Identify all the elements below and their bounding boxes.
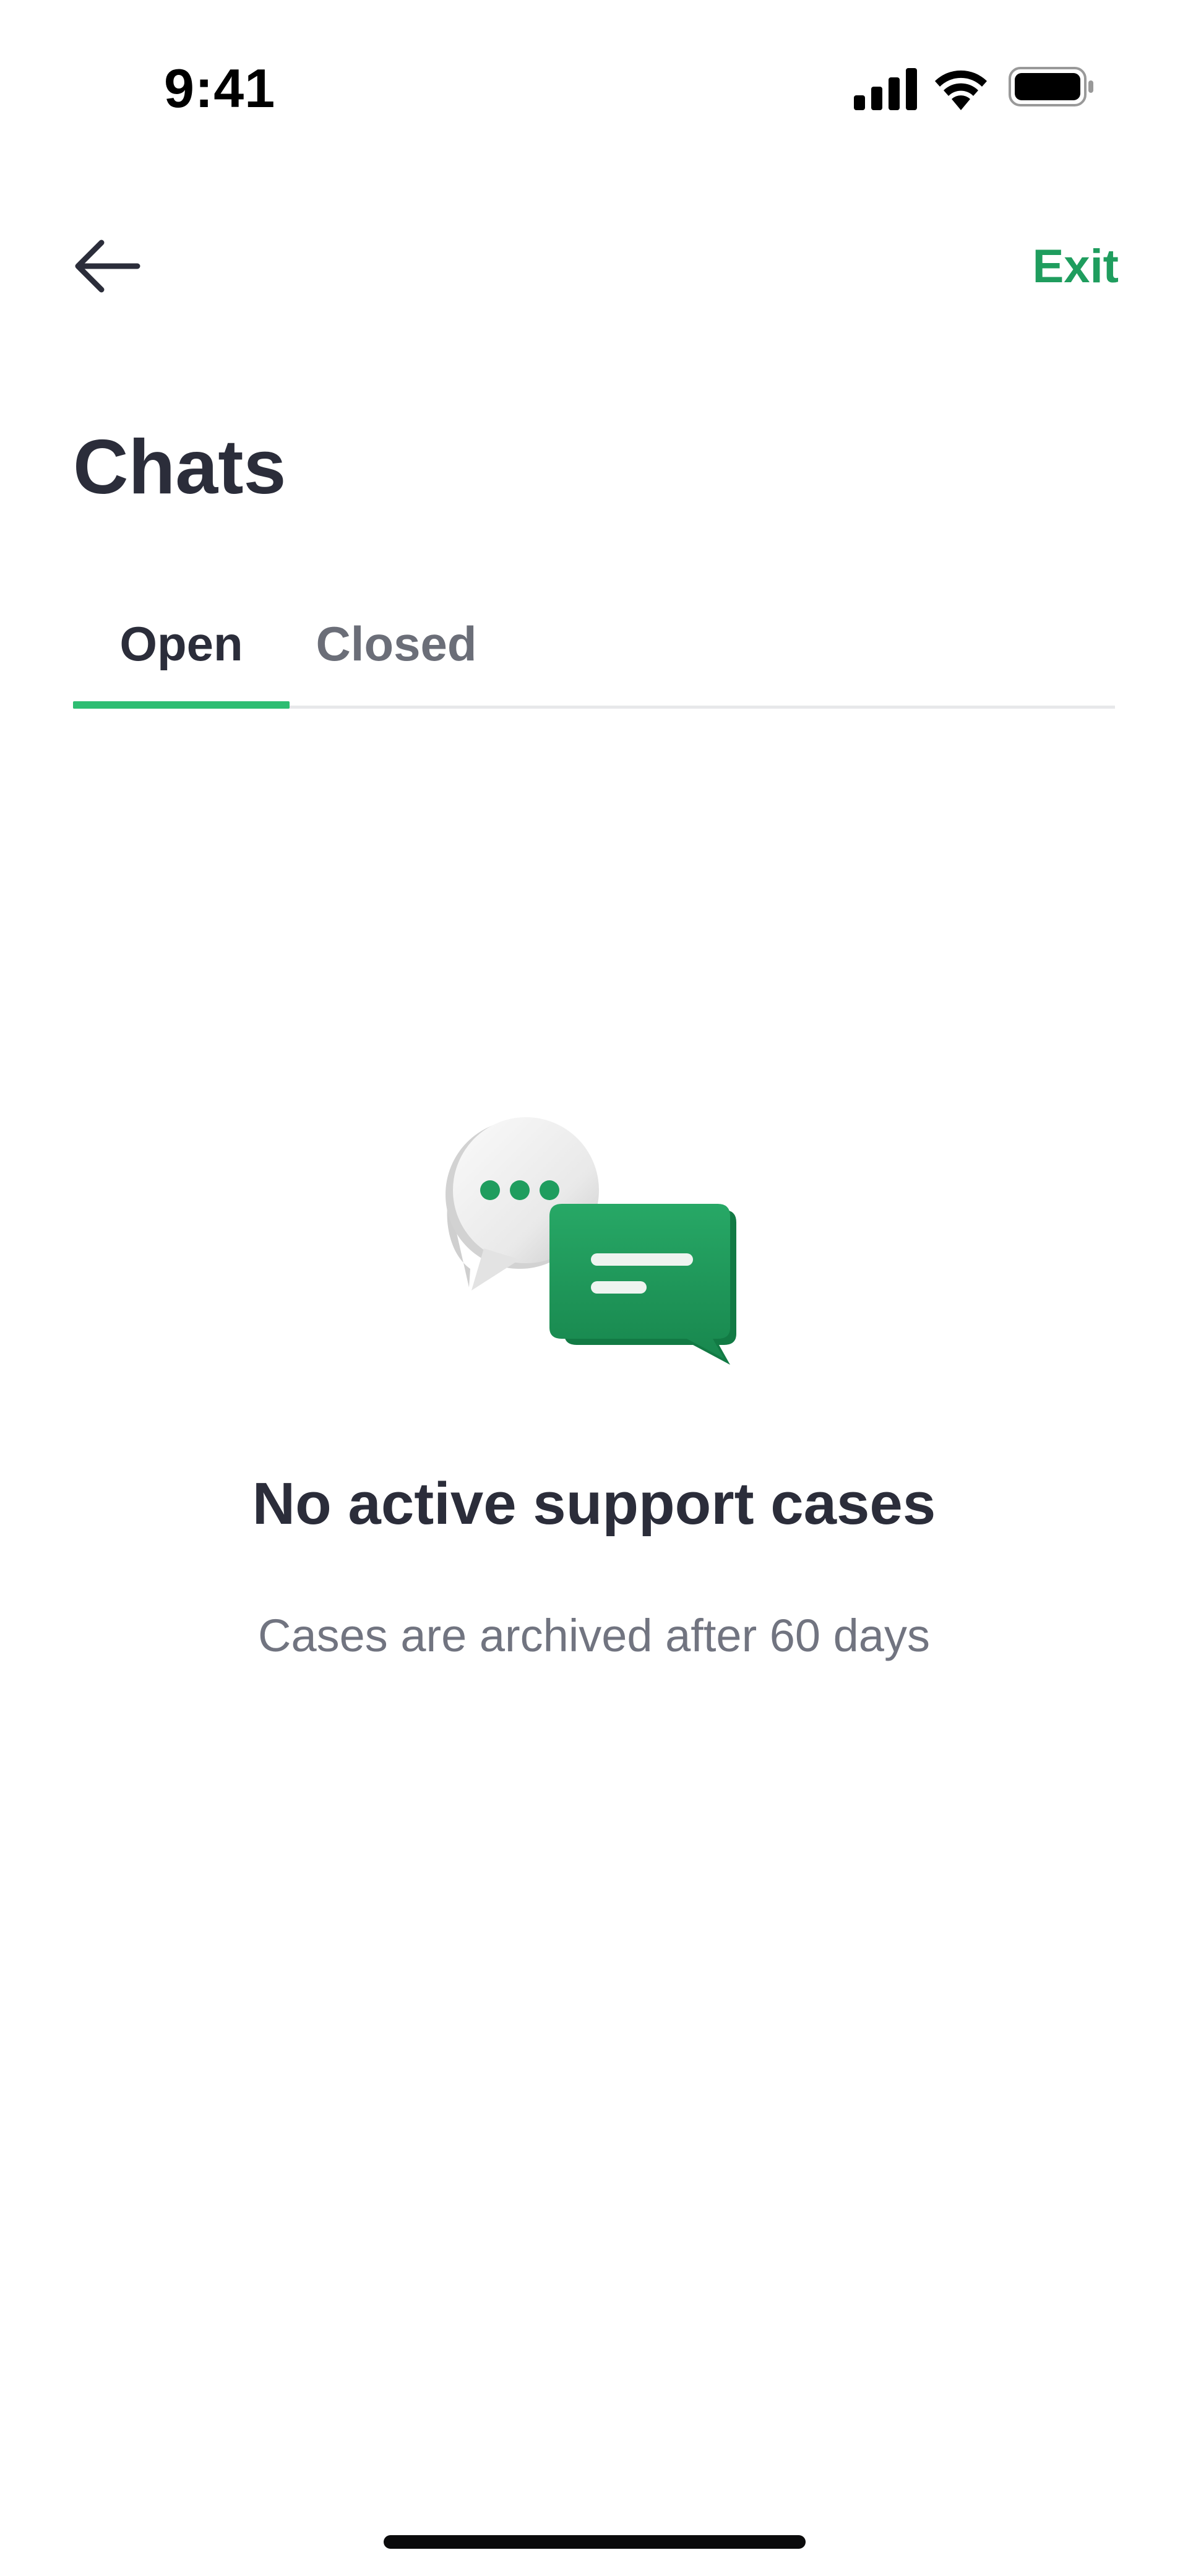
- signal-icon: [854, 68, 917, 110]
- wifi-icon: [935, 70, 987, 110]
- back-button[interactable]: [69, 232, 144, 300]
- exit-button[interactable]: Exit: [1033, 232, 1119, 300]
- battery-icon: [1009, 67, 1093, 106]
- tab-open[interactable]: Open: [73, 582, 290, 706]
- page-title: Chats: [73, 425, 286, 510]
- home-indicator: [384, 2535, 806, 2549]
- green-chat-bubble: [549, 1204, 736, 1365]
- tab-bar: Open Closed: [73, 582, 1115, 709]
- empty-state-subtitle: Cases are archived after 60 days: [258, 1610, 930, 1661]
- tab-closed[interactable]: Closed: [290, 582, 503, 706]
- empty-state-title: No active support cases: [252, 1471, 936, 1537]
- active-tab-indicator: [73, 701, 290, 709]
- status-bar: 9:41: [0, 0, 1188, 173]
- status-time: 9:41: [164, 58, 276, 119]
- arrow-left-icon: [75, 240, 140, 293]
- chat-bubbles-icon: [446, 1117, 736, 1365]
